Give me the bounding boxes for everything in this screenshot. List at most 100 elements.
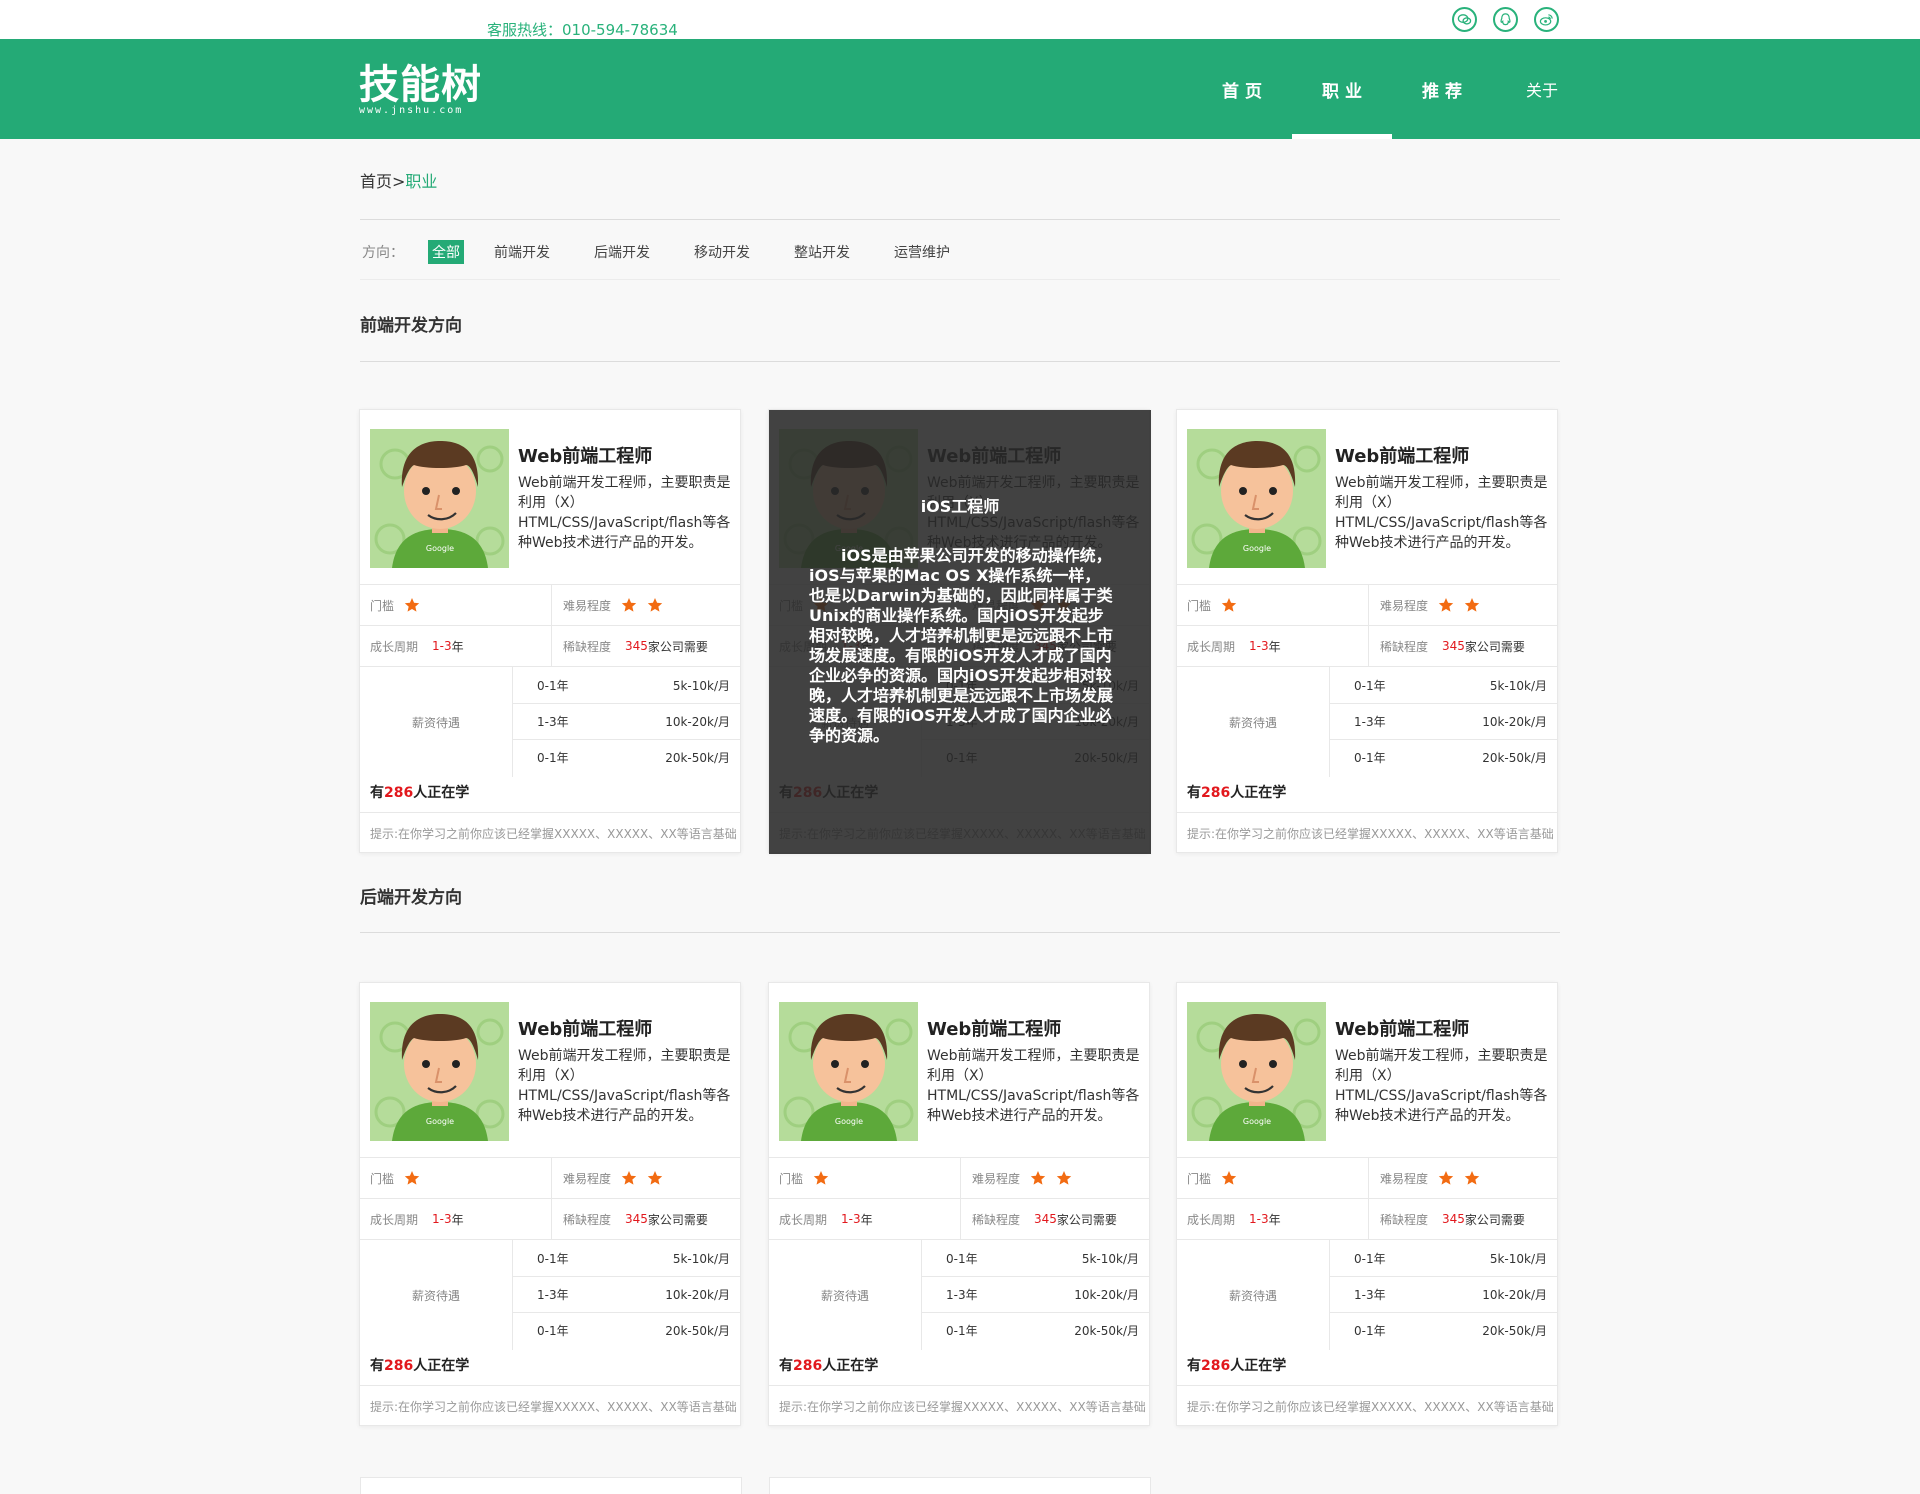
- growth-value: 1-3: [1249, 639, 1269, 653]
- salary-label: 薪资待遇: [411, 715, 460, 730]
- career-card[interactable]: Google Web前端工程师 Web前端开发工程师，主要职责是利用（X）HTM…: [1176, 982, 1558, 1426]
- top-bar: 客服热线：010-594-78634: [0, 0, 1920, 39]
- difficulty-label: 难易程度: [563, 1171, 612, 1186]
- filter-option-all[interactable]: 全部: [428, 240, 464, 264]
- career-stats: 门槛 难易程度 成长周期 1-3年 稀缺程度 345家公司需要: [360, 1157, 740, 1350]
- difficulty-label: 难易程度: [563, 598, 612, 613]
- salary-range: 10k-20k/月: [1074, 1288, 1139, 1302]
- salary-range: 10k-20k/月: [1482, 715, 1547, 729]
- section-title-backend: 后端开发方向: [360, 888, 462, 908]
- salary-row: 0-1年 5k-10k/月: [1329, 667, 1557, 703]
- salary-label: 薪资待遇: [1228, 715, 1277, 730]
- learner-count: 有286人正在学: [370, 782, 469, 802]
- stats-row: 门槛 难易程度: [360, 1157, 740, 1198]
- star-icon: [813, 1170, 829, 1186]
- breadcrumb-current: 职业: [405, 172, 438, 191]
- salary-row: 0-1年 5k-10k/月: [512, 1240, 740, 1276]
- card-description: Web前端开发工程师，主要职责是利用（X）HTML/CSS/JavaScript…: [927, 1048, 1140, 1124]
- learner-count: 有286人正在学: [779, 1355, 878, 1375]
- salary-row: 0-1年 20k-50k/月: [512, 739, 740, 775]
- star-icon: [621, 597, 637, 613]
- scarcity-label: 稀缺程度: [1380, 1212, 1429, 1227]
- learner-suffix: 人正在学: [1230, 1358, 1287, 1374]
- nav-about[interactable]: 关于: [1502, 39, 1582, 139]
- career-card[interactable]: Google Web前端工程师 Web前端开发工程师，主要职责是利用（X）HTM…: [359, 409, 741, 853]
- stats-row: 成长周期 1-3年 稀缺程度 345家公司需要: [360, 1198, 740, 1239]
- learner-number: 286: [384, 1358, 414, 1374]
- growth-unit: 年: [1268, 639, 1281, 654]
- salary-row: 0-1年 5k-10k/月: [1329, 1240, 1557, 1276]
- card-description: Web前端开发工程师，主要职责是利用（X）HTML/CSS/JavaScript…: [518, 1048, 731, 1124]
- divider: [360, 219, 1560, 220]
- career-card-partial[interactable]: [360, 1477, 742, 1494]
- stats-row: 门槛 难易程度: [360, 584, 740, 625]
- learner-suffix: 人正在学: [1230, 785, 1287, 801]
- growth-unit: 年: [1268, 1212, 1281, 1227]
- growth-value: 1-3: [1249, 1212, 1269, 1226]
- filter-option-fullsite[interactable]: 整站开发: [790, 240, 854, 264]
- salary-label: 薪资待遇: [1228, 1288, 1277, 1303]
- scarcity-label: 稀缺程度: [1380, 639, 1429, 654]
- career-stats: 门槛 难易程度 成长周期 1-3年 稀缺程度 345家公司需要: [1177, 584, 1557, 777]
- salary-years: 0-1年: [1354, 751, 1386, 765]
- divider: [360, 279, 1560, 280]
- nav-home[interactable]: 首 页: [1202, 39, 1282, 139]
- threshold-stars: [394, 597, 420, 613]
- salary-range: 5k-10k/月: [672, 1251, 730, 1266]
- salary-row: 0-1年 20k-50k/月: [1329, 1312, 1557, 1348]
- svg-text:Google: Google: [426, 1117, 454, 1126]
- card-title: Web前端工程师: [927, 1019, 1062, 1040]
- difficulty-stars: [1428, 597, 1480, 613]
- filter-option-mobile[interactable]: 移动开发: [690, 240, 754, 264]
- breadcrumb-home[interactable]: 首页: [360, 172, 392, 191]
- career-card[interactable]: Google Web前端工程师 Web前端开发工程师，主要职责是利用（X）HTM…: [359, 982, 741, 1426]
- salary-years: 1-3年: [1354, 715, 1386, 729]
- learner-count: 有286人正在学: [1187, 1355, 1286, 1375]
- scarcity-value: 345: [625, 639, 648, 653]
- difficulty-stars: [1428, 1170, 1480, 1186]
- qq-icon[interactable]: [1493, 7, 1518, 32]
- career-card-partial[interactable]: [769, 1477, 1151, 1494]
- career-card[interactable]: Google Web前端工程师 Web前端开发工程师，主要职责是利用（X）HTM…: [768, 982, 1150, 1426]
- career-card[interactable]: Google Web前端工程师 Web前端开发工程师，主要职责是利用（X）HTM…: [1176, 409, 1558, 853]
- avatar: Google: [1187, 429, 1326, 568]
- salary-row: 1-3年 10k-20k/月: [921, 1276, 1149, 1312]
- filter-option-ops[interactable]: 运营维护: [890, 240, 954, 264]
- site-logo[interactable]: 技能树 www.jnshu.com: [359, 63, 482, 117]
- learner-prefix: 有: [370, 1358, 384, 1374]
- weibo-icon[interactable]: [1534, 7, 1559, 32]
- learner-number: 286: [1201, 785, 1231, 801]
- scarcity-label: 稀缺程度: [563, 639, 612, 654]
- wechat-icon[interactable]: [1452, 7, 1477, 32]
- salary-years: 0-1年: [537, 1324, 569, 1338]
- learner-prefix: 有: [1187, 1358, 1201, 1374]
- card-title: Web前端工程师: [1335, 1019, 1470, 1040]
- threshold-label: 门槛: [1187, 598, 1212, 613]
- filter-option-frontend[interactable]: 前端开发: [490, 240, 554, 264]
- career-hover-overlay[interactable]: iOS工程师 iOS是由苹果公司开发的移动操作统，iOS与苹果的Mac OS X…: [769, 410, 1151, 854]
- threshold-label: 门槛: [370, 1171, 395, 1186]
- filter-option-backend[interactable]: 后端开发: [590, 240, 654, 264]
- salary-years: 0-1年: [1354, 678, 1386, 693]
- scarcity-label: 稀缺程度: [563, 1212, 612, 1227]
- tip-row: 提示:在你学习之前你应该已经掌握XXXXX、XXXXX、XX等语言基础: [1177, 1385, 1557, 1425]
- stats-row: 门槛 难易程度: [1177, 584, 1557, 625]
- stats-row: 门槛 难易程度: [769, 1157, 1149, 1198]
- svg-text:Google: Google: [1243, 544, 1271, 553]
- scarcity-value: 345: [1442, 639, 1465, 653]
- avatar: Google: [1187, 1002, 1326, 1141]
- nav-career[interactable]: 职 业: [1292, 39, 1392, 139]
- career-stats: 门槛 难易程度 成长周期 1-3年 稀缺程度 345家公司需要: [1177, 1157, 1557, 1350]
- divider: [360, 932, 1560, 933]
- avatar: Google: [370, 1002, 509, 1141]
- salary-years: 0-1年: [537, 1251, 569, 1266]
- growth-label: 成长周期: [370, 639, 419, 654]
- salary-label: 薪资待遇: [411, 1288, 460, 1303]
- filter-label: 方向：: [362, 245, 404, 261]
- card-description: Web前端开发工程师，主要职责是利用（X）HTML/CSS/JavaScript…: [1335, 1048, 1548, 1124]
- nav-recommend[interactable]: 推 荐: [1402, 39, 1482, 139]
- growth-unit: 年: [451, 639, 464, 654]
- salary-row: 0-1年 5k-10k/月: [921, 1240, 1149, 1276]
- career-card[interactable]: Google Web前端工程师 Web前端开发工程师，主要职责是利用（X）HTM…: [768, 409, 1151, 854]
- threshold-label: 门槛: [779, 1171, 804, 1186]
